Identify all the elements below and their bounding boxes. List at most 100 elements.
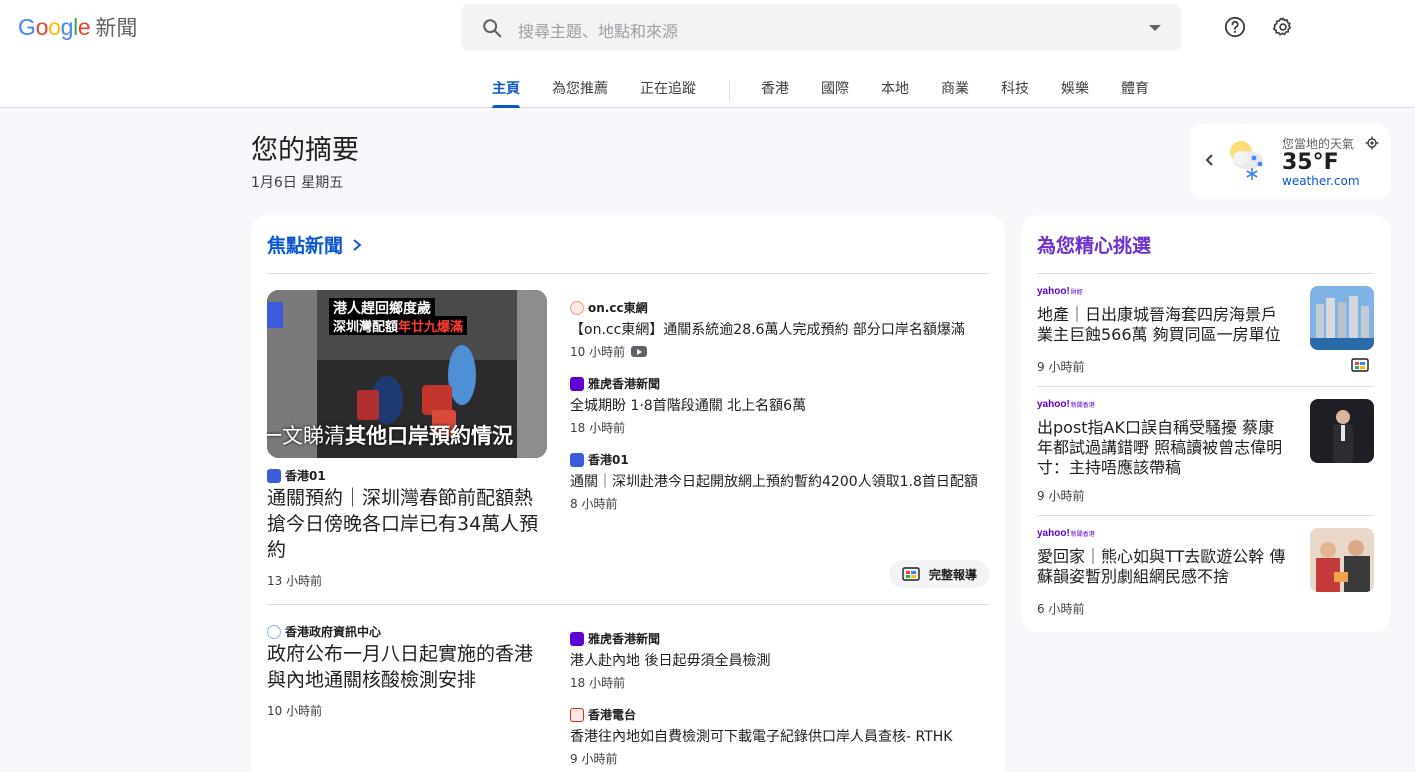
divider [267, 273, 989, 274]
divider [267, 604, 989, 605]
full-coverage-icon [902, 567, 920, 581]
full-coverage-icon[interactable] [1351, 358, 1369, 372]
story-time-text: 13 小時前 [267, 574, 323, 588]
yahoo-news-logo: yahoo!新聞香港 [1037, 528, 1095, 539]
search-icon[interactable] [481, 17, 503, 39]
tab-world[interactable]: 國際 [821, 78, 849, 108]
search-input[interactable]: 搜尋主題、地點和來源 [518, 18, 678, 42]
pick-image-graphic [1310, 286, 1374, 350]
source-name: 雅虎香港新聞 [588, 632, 661, 646]
related-time-text: 8 小時前 [570, 497, 618, 511]
story-time: 13 小時前 [267, 572, 322, 589]
gear-icon[interactable] [1272, 16, 1294, 38]
yahoo-logo-text: yahoo! [1037, 286, 1070, 297]
image-caption-line2: 深圳灣配額年廿九爆滿 [329, 316, 468, 335]
search-options-dropdown-icon[interactable] [1149, 25, 1161, 31]
related-headline[interactable]: 香港往內地如自費檢測可下載電子紀錄供口岸人員查核- RTHK [570, 726, 952, 746]
story-headline[interactable]: 政府公布一月八日起實施的香港與內地通關核酸檢測安排 [267, 641, 551, 693]
tab-hong-kong[interactable]: 香港 [761, 78, 789, 108]
tab-for-you[interactable]: 為您推薦 [552, 78, 608, 108]
yahoo-logo-sub: 新聞香港 [1070, 532, 1095, 538]
page-title: 您的摘要 [251, 135, 359, 166]
logo-letter: e [77, 13, 91, 40]
tab-technology[interactable]: 科技 [1001, 78, 1029, 108]
pick-time-text: 9 小時前 [1037, 489, 1085, 503]
source-rthk[interactable]: 香港電台 [570, 706, 636, 723]
logo-suffix: 新聞 [95, 16, 138, 40]
pick-image[interactable] [1310, 286, 1374, 350]
nav-divider [729, 80, 730, 100]
source-name: 雅虎香港新聞 [588, 377, 661, 391]
tab-entertainment[interactable]: 娛樂 [1061, 78, 1089, 108]
pick-time: 6 小時前 [1037, 600, 1084, 617]
story-time-text: 10 小時前 [267, 704, 323, 718]
related-time: 9 小時前 [570, 750, 617, 767]
pick-time-text: 6 小時前 [1037, 602, 1085, 616]
source-name: 香港01 [285, 469, 326, 483]
picks-heading[interactable]: 為您精心挑選 [1037, 231, 1151, 258]
related-headline[interactable]: 通關｜深圳赴港今日起開放網上預約暫約4200人領取1.8首日配額 [570, 471, 978, 491]
source-yahoo-hk-news[interactable]: 雅虎香港新聞 [570, 375, 660, 392]
chevron-left-icon[interactable] [1204, 152, 1216, 168]
source-hk01[interactable]: 香港01 [570, 451, 629, 468]
source-hk01[interactable]: 香港01 [267, 467, 326, 484]
pick-image[interactable] [1310, 399, 1374, 463]
yahoo-news-logo: yahoo!新聞香港 [1037, 399, 1095, 410]
tab-following[interactable]: 正在追蹤 [640, 78, 696, 108]
related-time-text: 18 小時前 [570, 421, 626, 435]
top-stories-heading-link[interactable]: 焦點新聞 [267, 231, 363, 258]
related-time: 8 小時前 [570, 495, 617, 512]
pick-time: 9 小時前 [1037, 487, 1084, 504]
source-name: 香港電台 [588, 708, 637, 722]
divider [1037, 386, 1374, 387]
source-oncc[interactable]: on.cc東網 [570, 299, 648, 316]
yahoo-logo-icon [570, 376, 584, 391]
pick-headline[interactable]: 出post指AK口誤自稱受騷擾 蔡康年都試過講錯嘢 照稿讀被曾志偉明寸：主持唔應… [1037, 418, 1287, 478]
weather-source-link[interactable]: weather.com [1282, 174, 1360, 188]
tab-local[interactable]: 本地 [881, 78, 909, 108]
image-caption-line2b: 年廿九爆滿 [398, 320, 464, 335]
story-headline[interactable]: 通關預約｜深圳灣春節前配額熱搶今日傍晚各口岸已有34萬人預約 [267, 485, 551, 563]
search-bar[interactable]: 搜尋主題、地點和來源 [461, 4, 1181, 51]
tab-business[interactable]: 商業 [941, 78, 969, 108]
weather-widget[interactable]: 您當地的天氣 35°F weather.com [1190, 124, 1390, 199]
full-coverage-button[interactable]: 完整報導 [889, 560, 989, 588]
related-headline[interactable]: 【on.cc東網】通關系統逾28.6萬人完成預約 部分口岸名額爆滿 [570, 319, 965, 339]
source-hk-gov-news[interactable]: 香港政府資訊中心 [267, 623, 381, 640]
image-caption-line1: 港人趕回鄉度歲 [329, 298, 435, 318]
logo-letter: G [18, 13, 36, 40]
chevron-right-icon [353, 238, 362, 251]
location-icon[interactable] [1365, 136, 1379, 150]
related-headline[interactable]: 港人赴內地 後日起毋須全員檢測 [570, 650, 770, 670]
yahoo-logo-text: yahoo! [1037, 399, 1070, 410]
divider [1037, 273, 1374, 274]
tab-home[interactable]: 主頁 [492, 78, 520, 108]
top-stories-card: 焦點新聞 港人趕回鄉度歲 深圳灣配額年廿九爆滿 一文睇清其他口岸預約情況 香港0… [251, 215, 1005, 772]
tab-sports[interactable]: 體育 [1121, 78, 1149, 108]
pick-headline[interactable]: 愛回家｜熊心如與TT去歐遊公幹 傳蘇韻姿暫別劇組網民感不捨 [1037, 547, 1287, 587]
oncc-logo-icon [570, 300, 584, 315]
yahoo-logo-sub: 新聞香港 [1070, 403, 1095, 409]
image-caption-bottom-a: 一文睇清 [267, 424, 345, 448]
source-name: on.cc東網 [588, 301, 648, 315]
story-image[interactable]: 港人趕回鄉度歲 深圳灣配額年廿九爆滿 一文睇清其他口岸預約情況 [267, 290, 547, 458]
source-name: 香港政府資訊中心 [285, 625, 382, 639]
related-headline[interactable]: 全城期盼 1·8首階段通關 北上名額6萬 [570, 395, 806, 415]
pick-image-graphic [1310, 399, 1374, 463]
yahoo-logo-sub: 財經 [1070, 290, 1083, 296]
image-caption-bottom-b: 其他口岸預約情況 [345, 424, 513, 448]
help-icon[interactable] [1224, 16, 1246, 38]
pick-image[interactable] [1310, 528, 1374, 592]
top-bar: Google 新聞 搜尋主題、地點和來源 主頁 為您推薦 正在追蹤 香港 國際 … [0, 0, 1415, 108]
pick-headline[interactable]: 地產｜日出康城晉海套四房海景戶業主巨蝕566萬 夠買同區一房單位 [1037, 305, 1287, 345]
divider [1037, 515, 1374, 516]
pick-time: 9 小時前 [1037, 358, 1084, 375]
related-time-text: 18 小時前 [570, 676, 626, 690]
weather-temperature: 35°F [1282, 150, 1339, 175]
video-icon [631, 346, 648, 357]
related-time: 18 小時前 [570, 674, 625, 691]
related-time-text: 10 小時前 [570, 345, 626, 359]
image-caption-line2a: 深圳灣配額 [333, 320, 399, 335]
google-news-logo[interactable]: Google 新聞 [18, 12, 137, 42]
source-yahoo-hk-news[interactable]: 雅虎香港新聞 [570, 630, 660, 647]
